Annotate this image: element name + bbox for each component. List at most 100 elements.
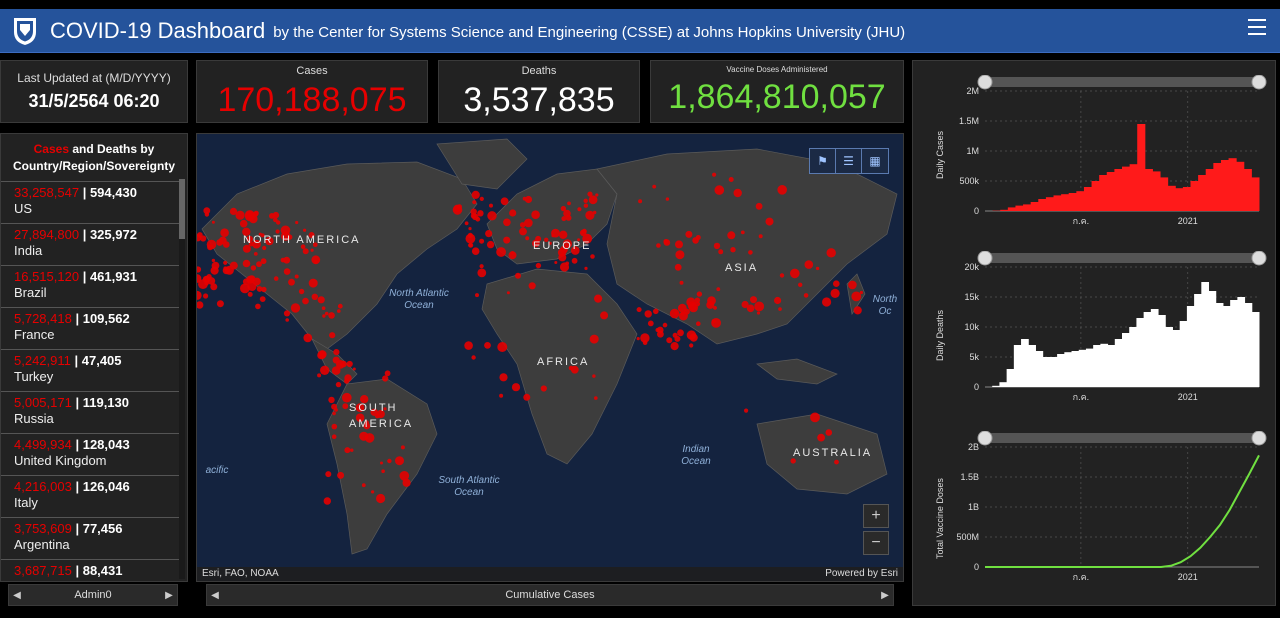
data-bar[interactable] bbox=[1038, 199, 1047, 211]
case-dot[interactable] bbox=[464, 341, 473, 350]
zoom-out-button[interactable]: − bbox=[863, 531, 889, 555]
case-dot[interactable] bbox=[683, 308, 690, 315]
data-bar[interactable] bbox=[1201, 282, 1210, 387]
case-dot[interactable] bbox=[331, 423, 338, 430]
case-dot[interactable] bbox=[342, 403, 349, 410]
case-dot[interactable] bbox=[524, 218, 533, 228]
case-dot[interactable] bbox=[798, 282, 803, 287]
case-dot[interactable] bbox=[210, 283, 218, 291]
data-bar[interactable] bbox=[1085, 348, 1094, 387]
case-dot[interactable] bbox=[826, 248, 836, 258]
case-dot[interactable] bbox=[712, 172, 717, 177]
case-dot[interactable] bbox=[337, 309, 341, 313]
case-dot[interactable] bbox=[333, 349, 340, 356]
case-dot[interactable] bbox=[675, 250, 685, 260]
case-dot[interactable] bbox=[571, 257, 578, 264]
case-dot[interactable] bbox=[696, 291, 703, 297]
case-dot[interactable] bbox=[506, 291, 510, 295]
case-dot[interactable] bbox=[269, 213, 275, 219]
case-dot[interactable] bbox=[577, 207, 582, 212]
case-dot[interactable] bbox=[509, 209, 517, 217]
case-dot[interactable] bbox=[815, 266, 820, 271]
case-dot[interactable] bbox=[303, 228, 307, 232]
case-dot[interactable] bbox=[559, 262, 570, 272]
data-bar[interactable] bbox=[1144, 169, 1153, 211]
case-dot[interactable] bbox=[317, 296, 325, 304]
case-dot[interactable] bbox=[207, 244, 214, 251]
data-bar[interactable] bbox=[1049, 357, 1058, 387]
case-dot[interactable] bbox=[399, 471, 410, 481]
case-dot[interactable] bbox=[310, 248, 314, 252]
case-dot[interactable] bbox=[670, 342, 679, 351]
case-dot[interactable] bbox=[728, 177, 734, 182]
data-bar[interactable] bbox=[1208, 291, 1217, 387]
case-dot[interactable] bbox=[594, 294, 603, 303]
case-dot[interactable] bbox=[675, 240, 683, 249]
case-dot[interactable] bbox=[344, 374, 352, 382]
case-dot[interactable] bbox=[240, 283, 250, 294]
case-dot[interactable] bbox=[285, 318, 289, 322]
case-dot[interactable] bbox=[647, 320, 654, 327]
case-dot[interactable] bbox=[479, 238, 485, 244]
case-dot[interactable] bbox=[381, 469, 385, 474]
qr-icon[interactable]: ▦ bbox=[862, 149, 888, 173]
data-bar[interactable] bbox=[1083, 187, 1093, 211]
data-bar[interactable] bbox=[1068, 193, 1077, 211]
case-dot[interactable] bbox=[851, 291, 862, 302]
case-dot[interactable] bbox=[756, 311, 761, 315]
case-dot[interactable] bbox=[589, 334, 599, 344]
case-dot[interactable] bbox=[714, 185, 725, 195]
data-bar[interactable] bbox=[1030, 202, 1039, 211]
case-dot[interactable] bbox=[468, 242, 474, 248]
zoom-in-button[interactable]: + bbox=[863, 504, 889, 528]
list-icon[interactable]: ☰ bbox=[836, 149, 862, 173]
case-dot[interactable] bbox=[203, 276, 207, 281]
case-dot[interactable] bbox=[833, 280, 840, 287]
data-bar[interactable] bbox=[1243, 169, 1252, 211]
data-bar[interactable] bbox=[1179, 321, 1188, 387]
case-dot[interactable] bbox=[561, 216, 567, 222]
case-dot[interactable] bbox=[584, 266, 588, 270]
case-dot[interactable] bbox=[778, 307, 782, 311]
country-row[interactable]: 16,515,120 | 461,931 Brazil bbox=[1, 265, 179, 307]
case-dot[interactable] bbox=[229, 207, 238, 215]
data-bar[interactable] bbox=[1023, 204, 1032, 211]
scrollbar-thumb[interactable] bbox=[179, 179, 185, 239]
case-dot[interactable] bbox=[294, 274, 299, 279]
case-dot[interactable] bbox=[522, 196, 527, 201]
case-dot[interactable] bbox=[523, 393, 531, 401]
case-dot[interactable] bbox=[583, 203, 589, 208]
case-dot[interactable] bbox=[470, 212, 477, 219]
data-bar[interactable] bbox=[1172, 330, 1181, 387]
case-dot[interactable] bbox=[503, 236, 511, 244]
case-dot[interactable] bbox=[329, 332, 336, 339]
case-dot[interactable] bbox=[452, 205, 463, 215]
case-dot[interactable] bbox=[485, 230, 493, 238]
case-dot[interactable] bbox=[677, 329, 684, 337]
data-bar[interactable] bbox=[1190, 181, 1199, 211]
data-bar[interactable] bbox=[1175, 188, 1184, 211]
case-dot[interactable] bbox=[323, 497, 331, 505]
case-dot[interactable] bbox=[499, 373, 508, 382]
bookmark-icon[interactable]: ⚑ bbox=[810, 149, 836, 173]
scrollbar-track[interactable] bbox=[179, 179, 185, 579]
case-dot[interactable] bbox=[525, 236, 530, 241]
case-dot[interactable] bbox=[273, 276, 279, 281]
case-dot[interactable] bbox=[283, 310, 291, 317]
case-dot[interactable] bbox=[197, 266, 202, 273]
case-dot[interactable] bbox=[685, 230, 693, 238]
case-dot[interactable] bbox=[825, 429, 833, 436]
case-dot[interactable] bbox=[334, 408, 338, 412]
case-dot[interactable] bbox=[848, 280, 857, 290]
data-bar[interactable] bbox=[1106, 172, 1115, 211]
case-dot[interactable] bbox=[255, 303, 261, 310]
data-bar[interactable] bbox=[1136, 318, 1145, 387]
case-dot[interactable] bbox=[666, 337, 673, 344]
data-bar[interactable] bbox=[1236, 161, 1245, 211]
country-row[interactable]: 3,687,715 | 88,431Germany bbox=[1, 559, 179, 581]
case-dot[interactable] bbox=[497, 342, 508, 352]
data-bar[interactable] bbox=[1006, 369, 1015, 387]
data-bar[interactable] bbox=[1220, 160, 1230, 211]
data-bar[interactable] bbox=[1053, 195, 1062, 211]
case-dot[interactable] bbox=[803, 293, 809, 298]
